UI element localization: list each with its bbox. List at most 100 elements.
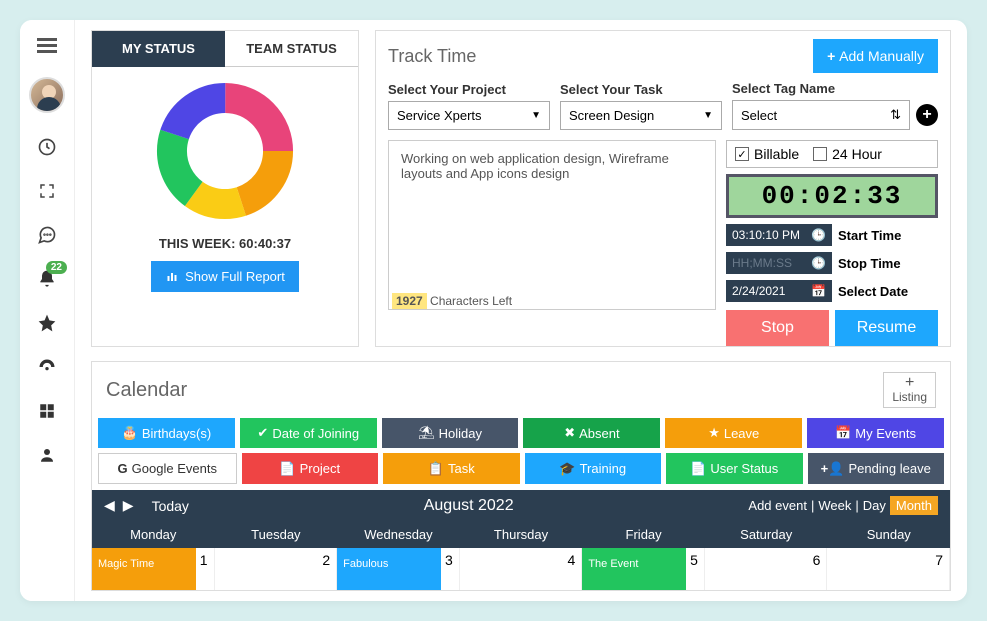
- filter-label: Holiday: [439, 426, 482, 441]
- show-report-label: Show Full Report: [185, 269, 285, 284]
- filter-row-2: G Google Events📄 Project📋 Task🎓 Training…: [92, 448, 950, 490]
- add-tag-button[interactable]: +: [916, 104, 938, 126]
- billable-checkbox[interactable]: ✓Billable: [735, 146, 799, 162]
- calendar-nav: ◀ ▶ Today August 2022 Add event | Week |…: [92, 490, 950, 521]
- filter-leave[interactable]: ★ Leave: [665, 418, 802, 448]
- star-icon[interactable]: [37, 313, 57, 333]
- billable-label: Billable: [754, 146, 799, 162]
- plus-icon: +: [905, 376, 914, 390]
- day-cell[interactable]: 4: [460, 548, 583, 590]
- task-value: Screen Design: [569, 108, 654, 123]
- filter-icon: 📄: [690, 461, 706, 477]
- day-cell[interactable]: 6: [705, 548, 828, 590]
- fullscreen-icon[interactable]: [37, 181, 57, 201]
- dow-monday: Monday: [92, 521, 215, 548]
- filter-birthdays-s-[interactable]: 🎂 Birthdays(s): [98, 418, 235, 448]
- chars-count: 1927: [392, 293, 427, 309]
- listing-button[interactable]: + Listing: [883, 372, 936, 408]
- chars-label: Characters Left: [430, 294, 512, 308]
- resume-button[interactable]: Resume: [835, 310, 938, 346]
- notification-badge: 22: [46, 261, 67, 274]
- filter-my-events[interactable]: 📅 My Events: [807, 418, 944, 448]
- tab-team-status[interactable]: TEAM STATUS: [225, 31, 358, 67]
- mid-row: Working on web application design, Wiref…: [376, 136, 950, 346]
- task-label: Select Your Task: [560, 82, 722, 97]
- chat-icon[interactable]: [37, 225, 57, 245]
- day-cell[interactable]: 5The Event: [582, 548, 705, 590]
- day-number: 2: [322, 552, 330, 568]
- week-view[interactable]: Week: [818, 498, 851, 513]
- user-icon[interactable]: [37, 445, 57, 465]
- caret-down-icon: ▼: [531, 110, 541, 121]
- task-select[interactable]: Screen Design▼: [560, 101, 722, 130]
- filter-holiday[interactable]: ⛱ Holiday: [382, 418, 519, 448]
- 24hour-label: 24 Hour: [832, 146, 882, 162]
- tab-my-status[interactable]: MY STATUS: [92, 31, 225, 67]
- filter-icon: 📅: [835, 425, 851, 441]
- filter-icon: ★: [708, 425, 720, 441]
- show-full-report-button[interactable]: Show Full Report: [151, 261, 299, 292]
- start-time-label: Start Time: [838, 228, 901, 243]
- user-avatar[interactable]: [29, 77, 65, 113]
- day-cell[interactable]: 3Fabulous: [337, 548, 460, 590]
- day-view[interactable]: Day: [863, 498, 886, 513]
- selects-row: Select Your Project Service Xperts▼ Sele…: [376, 81, 950, 136]
- chars-left: 1927 Characters Left: [388, 292, 716, 310]
- add-event-link[interactable]: Add event: [748, 498, 807, 513]
- tag-select[interactable]: Select⇅: [732, 100, 910, 130]
- filter-user-status[interactable]: 📄 User Status: [666, 453, 803, 484]
- prev-icon[interactable]: ◀: [104, 497, 115, 514]
- clock-icon[interactable]: [37, 137, 57, 157]
- this-week-label: THIS WEEK: 60:40:37: [92, 236, 358, 251]
- donut-chart: [155, 81, 295, 221]
- filter-project[interactable]: 📄 Project: [242, 453, 379, 484]
- event-chip[interactable]: Magic Time: [92, 548, 196, 590]
- filter-pending-leave[interactable]: +👤 Pending leave: [808, 453, 945, 484]
- 24hour-checkbox[interactable]: 24 Hour: [813, 146, 882, 162]
- calendar-icon: 📅: [811, 284, 826, 298]
- menu-icon[interactable]: [37, 38, 57, 53]
- add-manually-button[interactable]: + Add Manually: [813, 39, 938, 73]
- stop-time-input[interactable]: HH;MM:SS🕒: [726, 252, 832, 274]
- app-frame: 22 MY STATUS TEAM STATUS: [20, 20, 967, 601]
- dow-thursday: Thursday: [460, 521, 583, 548]
- stop-time-label: Stop Time: [838, 256, 901, 271]
- dow-sunday: Sunday: [827, 521, 950, 548]
- day-cell[interactable]: 2: [215, 548, 338, 590]
- bar-chart-icon: [165, 271, 179, 283]
- event-chip[interactable]: Fabulous: [337, 548, 441, 590]
- description-textarea[interactable]: Working on web application design, Wiref…: [388, 140, 716, 310]
- project-value: Service Xperts: [397, 108, 482, 123]
- next-icon[interactable]: ▶: [123, 497, 134, 514]
- date-label: Select Date: [838, 284, 908, 299]
- notifications-icon[interactable]: 22: [37, 269, 57, 289]
- day-cell[interactable]: 1Magic Time: [92, 548, 215, 590]
- date-row: 2/24/2021📅 Select Date: [726, 280, 938, 302]
- add-manually-label: Add Manually: [839, 48, 924, 64]
- day-cell[interactable]: 7: [827, 548, 950, 590]
- filter-absent[interactable]: ✖ Absent: [523, 418, 660, 448]
- dashboard-icon[interactable]: [37, 357, 57, 377]
- today-button[interactable]: Today: [152, 498, 189, 514]
- project-select[interactable]: Service Xperts ▼: [388, 101, 550, 130]
- filter-label: Birthdays(s): [142, 426, 211, 441]
- timer-display: 00:02:33: [726, 174, 938, 218]
- project-select-group: Select Your Project Service Xperts▼: [388, 82, 550, 130]
- filter-label: Leave: [724, 426, 759, 441]
- apps-icon[interactable]: [37, 401, 57, 421]
- filter-date-of-joining[interactable]: ✔ Date of Joining: [240, 418, 377, 448]
- calendar-panel: Calendar + Listing 🎂 Birthdays(s)✔ Date …: [91, 361, 951, 591]
- event-chip[interactable]: The Event: [582, 548, 686, 590]
- tag-select-group: Select Tag Name Select⇅ +: [732, 81, 938, 130]
- track-title: Track Time: [388, 46, 476, 67]
- date-input[interactable]: 2/24/2021📅: [726, 280, 832, 302]
- listing-label: Listing: [892, 390, 927, 404]
- track-time-panel: Track Time + Add Manually Select Your Pr…: [375, 30, 951, 347]
- filter-training[interactable]: 🎓 Training: [525, 453, 662, 484]
- stop-button[interactable]: Stop: [726, 310, 829, 346]
- filter-task[interactable]: 📋 Task: [383, 453, 520, 484]
- day-number: 3: [445, 552, 453, 568]
- month-view[interactable]: Month: [890, 496, 938, 515]
- filter-google-events[interactable]: G Google Events: [98, 453, 237, 484]
- start-time-input[interactable]: 03:10:10 PM🕒: [726, 224, 832, 246]
